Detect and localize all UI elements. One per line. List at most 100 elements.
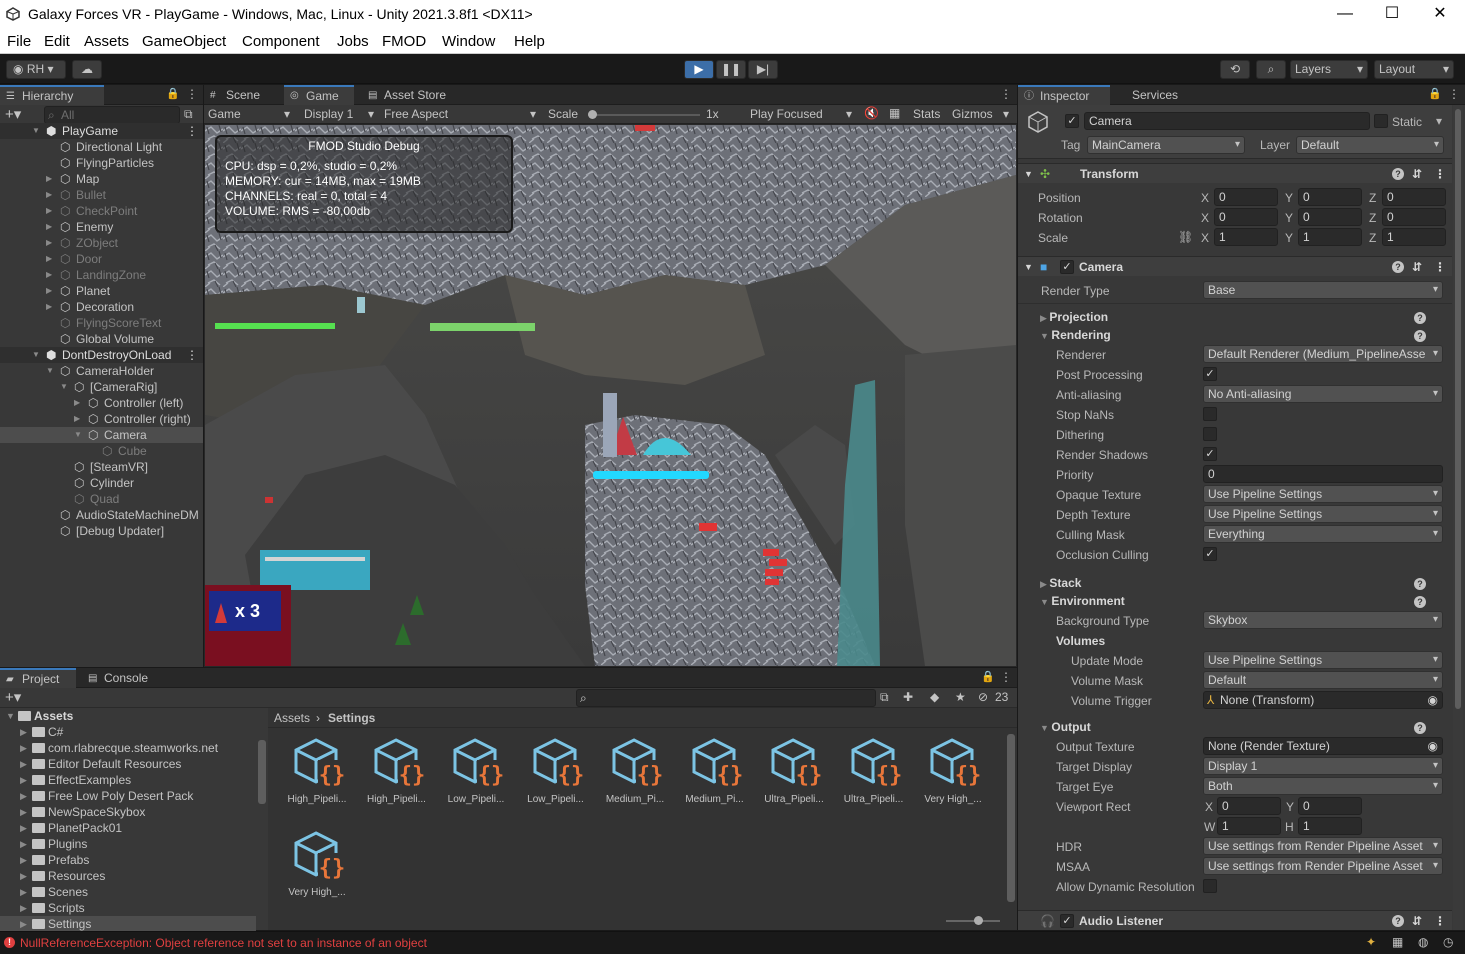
collapsed-arrow-icon[interactable]: ▶ <box>20 884 27 900</box>
display-dropdown[interactable]: Display 1 ▾ <box>304 107 378 121</box>
breadcrumb-settings[interactable]: Settings <box>328 711 375 725</box>
tab-asset-store[interactable]: ▤ Asset Store <box>362 85 462 105</box>
grid-icon[interactable]: ▦ <box>889 106 900 120</box>
tab-console[interactable]: ▤ Console <box>82 668 162 688</box>
cloud-button[interactable]: ☁ <box>72 60 102 79</box>
hierarchy-row[interactable]: ⬡ Directional Light <box>0 139 203 155</box>
msaa-dropdown[interactable]: Use settings from Render Pipeline Asset <box>1203 857 1443 875</box>
collapsed-arrow-icon[interactable]: ▶ <box>20 724 27 740</box>
tab-inspector[interactable]: ⓘ Inspector <box>1018 85 1110 105</box>
render-shadows-checkbox[interactable]: ✓ <box>1203 447 1217 461</box>
more-options-icon[interactable]: ⋮ <box>1000 670 1012 684</box>
culling-mask-dropdown[interactable]: Everything <box>1203 525 1443 543</box>
tag-icon[interactable]: ◆ <box>930 690 939 704</box>
scene-menu-icon[interactable]: ⋮ <box>186 347 198 363</box>
collapsed-arrow-icon[interactable]: ▶ <box>20 772 27 788</box>
foldout-arrow-icon[interactable]: ▼ <box>1024 257 1033 277</box>
asset-item[interactable]: {} Low_Pipeli... <box>441 730 511 820</box>
scene-visibility-icon[interactable]: ⧉ <box>184 107 193 122</box>
folder-tree-root[interactable]: ▼ Assets <box>0 708 256 724</box>
folder-tree-item[interactable]: ▶ Free Low Poly Desert Pack <box>0 788 256 804</box>
search-button[interactable]: ⌕ <box>1256 60 1286 79</box>
progress-icon[interactable]: ◷ <box>1443 935 1453 949</box>
collapsed-arrow-icon[interactable]: ▶ <box>46 267 56 283</box>
viewport-x-field[interactable]: 0 <box>1217 797 1281 815</box>
more-options-icon[interactable]: ⋮ <box>1000 87 1012 101</box>
active-checkbox[interactable]: ✓ <box>1065 114 1079 128</box>
rotation-z-field[interactable]: 0 <box>1382 208 1446 226</box>
menu-file[interactable]: File <box>7 33 31 50</box>
expanded-arrow-icon[interactable]: ▼ <box>46 363 56 379</box>
hierarchy-row[interactable]: ⬡ AudioStateMachineDM <box>0 507 203 523</box>
hierarchy-row[interactable]: ⬡ [Debug Updater] <box>0 523 203 539</box>
hdr-dropdown[interactable]: Use settings from Render Pipeline Asset <box>1203 837 1443 855</box>
hierarchy-row[interactable]: ▼ ⬡ [CameraRig] <box>0 379 203 395</box>
opaque-texture-dropdown[interactable]: Use Pipeline Settings <box>1203 485 1443 503</box>
folder-tree-item[interactable]: ▶ Prefabs <box>0 852 256 868</box>
collapsed-arrow-icon[interactable]: ▶ <box>46 219 56 235</box>
tab-hierarchy[interactable]: ☰ Hierarchy <box>0 85 104 105</box>
collapsed-arrow-icon[interactable]: ▶ <box>46 187 56 203</box>
position-x-field[interactable]: 0 <box>1214 188 1278 206</box>
hierarchy-row[interactable]: ▼ ⬡ Camera <box>0 427 203 443</box>
tab-services[interactable]: Services <box>1110 85 1190 105</box>
hierarchy-search-input[interactable]: ⌕ All <box>44 106 180 124</box>
audio-listener-header[interactable]: 🎧 ✓ Audio Listener ? ⇵ ⋮ <box>1018 910 1452 930</box>
rotation-y-field[interactable]: 0 <box>1298 208 1362 226</box>
menu-component[interactable]: Component <box>242 33 320 50</box>
asset-item[interactable]: {} Medium_Pi... <box>600 730 670 820</box>
background-type-dropdown[interactable]: Skybox <box>1203 611 1443 629</box>
viewport-w-field[interactable]: 1 <box>1217 817 1281 835</box>
menu-help[interactable]: Help <box>514 33 545 50</box>
scale-y-field[interactable]: 1 <box>1298 228 1362 246</box>
update-mode-dropdown[interactable]: Use Pipeline Settings <box>1203 651 1443 669</box>
collapsed-arrow-icon[interactable]: ▶ <box>20 836 27 852</box>
hidden-packages-icon[interactable]: ⊘ <box>978 690 988 704</box>
tag-dropdown[interactable]: MainCamera <box>1087 136 1245 154</box>
scale-z-field[interactable]: 1 <box>1382 228 1446 246</box>
hierarchy-row[interactable]: ▶ ⬡ LandingZone <box>0 267 203 283</box>
collapsed-arrow-icon[interactable]: ▶ <box>20 820 27 836</box>
collapsed-arrow-icon[interactable]: ▶ <box>46 251 56 267</box>
collapsed-arrow-icon[interactable]: ▶ <box>20 804 27 820</box>
collapsed-arrow-icon[interactable]: ▶ <box>74 411 84 427</box>
folder-tree-item[interactable]: ▶ Plugins <box>0 836 256 852</box>
hierarchy-row[interactable]: ⬡ Global Volume <box>0 331 203 347</box>
pause-button[interactable]: ❚❚ <box>716 60 746 79</box>
asset-grid-scrollbar[interactable] <box>1007 734 1015 902</box>
static-checkbox[interactable] <box>1374 114 1388 128</box>
stop-nans-checkbox[interactable] <box>1203 407 1217 421</box>
component-menu-icon[interactable]: ⋮ <box>1434 164 1446 184</box>
menu-fmod[interactable]: FMOD <box>382 33 426 50</box>
expanded-arrow-icon[interactable]: ▼ <box>74 427 84 443</box>
help-icon[interactable]: ? <box>1414 330 1426 342</box>
tab-project[interactable]: ▰ Project <box>0 668 76 688</box>
scale-x-field[interactable]: 1 <box>1214 228 1278 246</box>
lock-icon[interactable]: 🔒 <box>981 670 995 683</box>
hierarchy-row[interactable]: ▶ ⬡ Enemy <box>0 219 203 235</box>
close-icon[interactable]: ✕ <box>1428 4 1452 24</box>
collapsed-arrow-icon[interactable]: ▶ <box>46 235 56 251</box>
hierarchy-row[interactable]: ▶ ⬡ Planet <box>0 283 203 299</box>
icon-size-thumb[interactable] <box>974 916 983 925</box>
gizmos-dropdown-icon[interactable]: ▾ <box>1003 107 1009 121</box>
scene-menu-icon[interactable]: ⋮ <box>186 123 198 139</box>
folder-tree-item[interactable]: ▶ EffectExamples <box>0 772 256 788</box>
hierarchy-row[interactable]: ⬡ Cylinder <box>0 475 203 491</box>
folder-tree-item[interactable]: ▶ Settings <box>0 916 256 932</box>
rendering-foldout[interactable]: ▼ Rendering <box>1040 328 1111 342</box>
folder-tree-item[interactable]: ▶ Editor Default Resources <box>0 756 256 772</box>
inspector-scrollbar[interactable] <box>1453 105 1463 930</box>
game-view-dropdown[interactable]: Game ▾ <box>208 107 292 121</box>
asset-item[interactable]: {} Very High_... <box>282 823 352 913</box>
collapsed-arrow-icon[interactable]: ▶ <box>46 283 56 299</box>
help-icon[interactable]: ? <box>1392 261 1404 273</box>
preset-icon[interactable]: ⇵ <box>1412 257 1422 277</box>
preset-icon[interactable]: ⇵ <box>1412 911 1422 931</box>
aspect-dropdown[interactable]: Free Aspect ▾ <box>384 107 540 121</box>
help-icon[interactable]: ? <box>1414 312 1426 324</box>
folder-tree-item[interactable]: ▶ NewSpaceSkybox <box>0 804 256 820</box>
layer-dropdown[interactable]: Default <box>1296 136 1444 154</box>
collapsed-arrow-icon[interactable]: ▶ <box>20 916 27 932</box>
dynamic-resolution-checkbox[interactable] <box>1203 879 1217 893</box>
